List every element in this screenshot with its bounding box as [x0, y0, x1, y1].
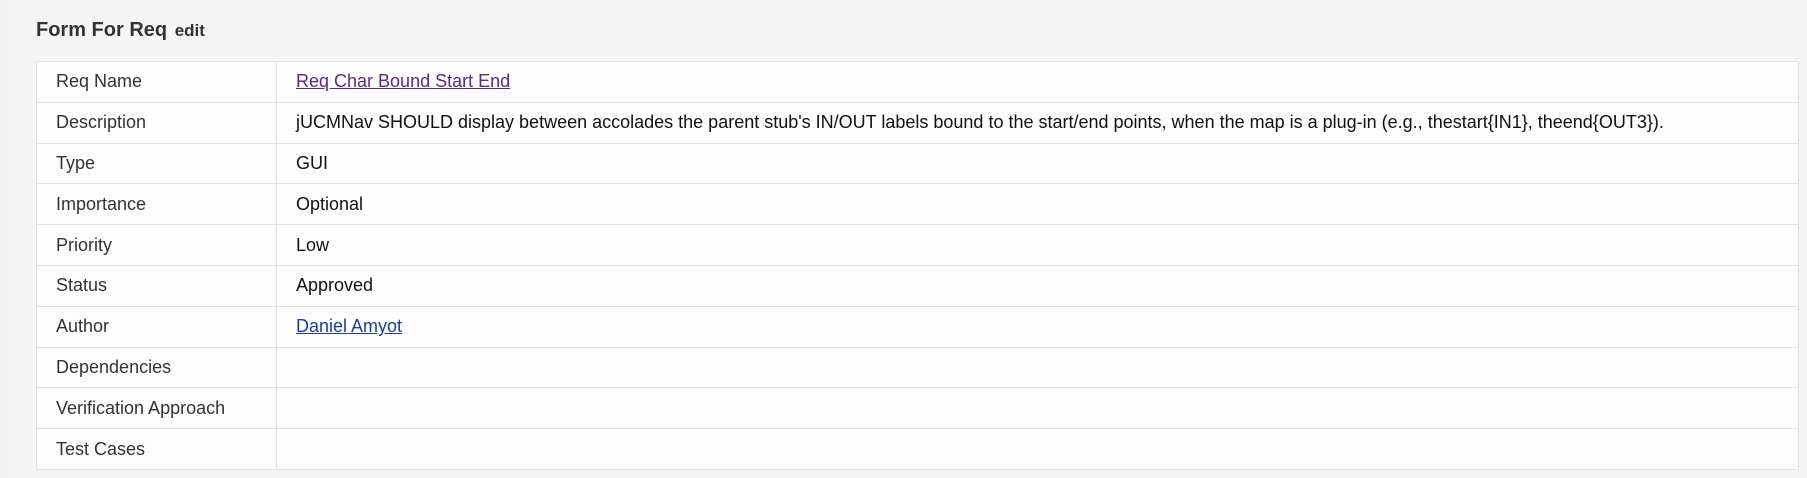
table-row-test-cases: Test Cases	[36, 428, 1799, 470]
table-row-type: Type GUI	[36, 142, 1799, 185]
table-row-verification-approach: Verification Approach	[36, 387, 1799, 430]
author-cell: Daniel Amyot	[276, 305, 1799, 348]
req-name-cell: Req Char Bound Start End	[276, 61, 1799, 103]
test-cases-label: Test Cases	[36, 428, 277, 470]
author-label: Author	[36, 305, 277, 348]
type-value: GUI	[276, 142, 1799, 185]
requirement-table: Req Name Req Char Bound Start End Descri…	[36, 61, 1799, 470]
status-value: Approved	[276, 264, 1799, 307]
description-label: Description	[36, 101, 277, 144]
form-title: Form For Req	[36, 19, 168, 41]
form-panel: Form For Req edit Req Name Req Char Boun…	[8, 0, 1807, 478]
verification-approach-value	[276, 387, 1799, 430]
req-name-label: Req Name	[36, 61, 277, 103]
priority-label: Priority	[36, 224, 277, 266]
table-row-author: Author Daniel Amyot	[36, 305, 1799, 348]
dependencies-value	[276, 346, 1799, 389]
table-row-priority: Priority Low	[36, 224, 1799, 266]
type-label: Type	[36, 142, 277, 185]
description-value: jUCMNav SHOULD display between accolades…	[276, 101, 1799, 144]
table-row-req-name: Req Name Req Char Bound Start End	[36, 61, 1799, 103]
importance-value: Optional	[276, 183, 1799, 226]
table-row-dependencies: Dependencies	[36, 346, 1799, 389]
edit-link[interactable]: edit	[175, 21, 205, 40]
verification-approach-label: Verification Approach	[36, 387, 277, 430]
author-link[interactable]: Daniel Amyot	[296, 316, 402, 336]
table-row-description: Description jUCMNav SHOULD display betwe…	[36, 101, 1799, 144]
status-label: Status	[36, 264, 277, 307]
table-row-importance: Importance Optional	[36, 183, 1799, 226]
table-row-status: Status Approved	[36, 264, 1799, 307]
priority-value: Low	[276, 224, 1799, 266]
req-name-link[interactable]: Req Char Bound Start End	[296, 71, 510, 91]
importance-label: Importance	[36, 183, 277, 226]
test-cases-value	[276, 428, 1799, 470]
dependencies-label: Dependencies	[36, 346, 277, 389]
form-heading: Form For Req edit	[36, 19, 205, 42]
